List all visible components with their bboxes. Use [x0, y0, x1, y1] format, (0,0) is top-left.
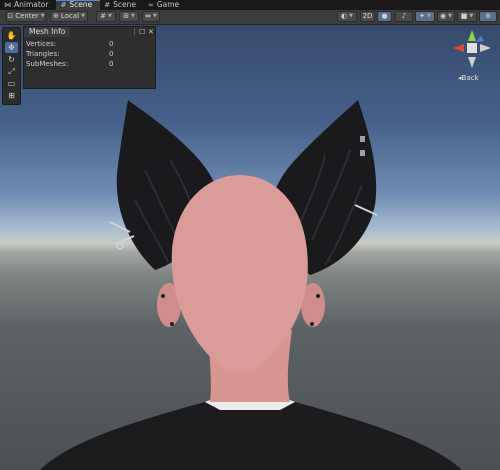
rect-tool-button[interactable]: ▭	[5, 78, 18, 89]
rotate-icon: ↻	[8, 55, 15, 64]
left-ear-ring	[116, 242, 124, 250]
tab-scene-2-label: Scene	[113, 0, 136, 9]
gizmo-x-negative-axis[interactable]	[480, 44, 491, 52]
hand-icon: ✋	[6, 31, 17, 40]
rect-icon: ▭	[7, 79, 16, 88]
tab-game-label: Game	[156, 0, 180, 9]
gizmos-button[interactable]: ⊕	[479, 11, 497, 22]
shading-icon: ◐	[341, 12, 348, 20]
chevron-down-icon: ▼	[81, 13, 85, 19]
audio-toggle[interactable]: ♪	[395, 11, 413, 22]
scene-toolbar: ⊡ Center ▼ ⊕ Local ▼ # ▼ ⊞ ▼ ⇹ ▼ ◐ ▼ 2D …	[0, 10, 500, 25]
effects-button[interactable]: ✦ ▼	[415, 11, 435, 22]
grid-snap-button[interactable]: # ▼	[96, 11, 116, 22]
move-tool-button[interactable]: ✥	[5, 42, 18, 53]
right-earring	[316, 294, 320, 298]
gizmo-y-axis[interactable]	[468, 30, 476, 41]
chevron-down-icon: ▼	[153, 13, 157, 19]
camera-settings-button[interactable]: ■ ▼	[457, 11, 477, 22]
eye-icon: ◉	[440, 12, 447, 20]
lighting-toggle[interactable]: ●	[377, 11, 392, 22]
gizmo-y-negative-axis[interactable]	[468, 57, 476, 68]
chevron-down-icon: ▼	[448, 13, 452, 19]
tab-scene[interactable]: # Scene	[56, 0, 101, 10]
audio-icon: ♪	[401, 12, 407, 20]
orientation-gizmo[interactable]	[451, 28, 493, 72]
draw-mode-button[interactable]: ◐ ▼	[337, 11, 357, 22]
rotate-tool-button[interactable]: ↻	[5, 54, 18, 65]
gizmo-x-axis[interactable]	[453, 44, 464, 52]
move-icon: ✥	[8, 43, 15, 52]
hidden-objects-button[interactable]: ◉ ▼	[437, 11, 455, 22]
incremental-snap-button[interactable]: ⇹ ▼	[142, 11, 160, 22]
maximize-icon[interactable]: ☐	[139, 27, 145, 37]
snap-increment-button[interactable]: ⊞ ▼	[119, 11, 139, 22]
right-earring-2	[310, 322, 314, 326]
vertices-value: 0	[109, 40, 114, 48]
scene-render	[40, 100, 462, 470]
chevron-down-icon: ▼	[349, 13, 353, 19]
camera-icon: ■	[460, 12, 468, 20]
chevron-down-icon: ▼	[131, 13, 135, 19]
space-label: Local	[60, 12, 80, 20]
left-earring-2	[170, 322, 174, 326]
tab-animator[interactable]: ⋈ Animator	[0, 0, 56, 10]
transform-tool-button[interactable]: ⊞	[5, 90, 18, 101]
gizmo-z-axis[interactable]	[476, 36, 484, 42]
triangles-label: Triangles:	[26, 50, 60, 58]
lightbulb-icon: ●	[381, 12, 388, 20]
snap-icon: ⊞	[123, 12, 129, 20]
scene-icon: #	[60, 1, 67, 9]
pivot-dropdown[interactable]: ⊡ Center ▼	[6, 11, 46, 22]
animator-icon: ⋈	[4, 1, 11, 9]
space-dropdown[interactable]: ⊕ Local ▼	[50, 11, 88, 22]
more-options-icon[interactable]: ⋮	[131, 27, 138, 37]
vertices-label: Vertices:	[26, 40, 57, 48]
tool-palette: ✋ ✥ ↻ ⤢ ▭ ⊞	[2, 27, 21, 105]
close-icon[interactable]: ✕	[148, 27, 154, 37]
triangles-value: 0	[109, 50, 114, 58]
mesh-row-triangles: Triangles: 0	[26, 49, 151, 59]
globe-icon: ⊕	[53, 12, 59, 20]
right-ear-stud-2	[360, 150, 365, 156]
chevron-down-icon: ▼	[427, 13, 431, 19]
mesh-row-submeshes: SubMeshes: 0	[26, 59, 151, 69]
submeshes-label: SubMeshes:	[26, 60, 69, 68]
gizmo-icon: ⊕	[485, 12, 491, 20]
chevron-down-icon: ▼	[108, 13, 112, 19]
tab-animator-label: Animator	[14, 0, 49, 9]
view-back-label[interactable]: ◂Back	[458, 74, 479, 82]
mode-2d-label: 2D	[362, 12, 373, 20]
chevron-down-icon: ▼	[469, 13, 474, 19]
tab-game[interactable]: ∞ Game	[144, 0, 187, 10]
right-ear-stud-1	[360, 136, 365, 142]
mesh-info-title: Mesh Info	[24, 27, 71, 37]
submeshes-value: 0	[109, 60, 114, 68]
tab-scene-label: Scene	[69, 0, 93, 9]
jacket	[40, 402, 462, 470]
gizmo-center[interactable]	[467, 43, 477, 53]
mesh-row-vertices: Vertices: 0	[26, 39, 151, 49]
scene-viewport[interactable]	[0, 25, 500, 470]
grid-icon: #	[100, 12, 106, 20]
scene-icon: #	[104, 1, 111, 9]
ruler-icon: ⇹	[145, 12, 151, 20]
pivot-icon: ⊡	[7, 12, 14, 20]
scale-tool-button[interactable]: ⤢	[5, 66, 18, 77]
chevron-down-icon: ▼	[40, 13, 45, 19]
tab-bar: ⋈ Animator # Scene # Scene ∞ Game	[0, 0, 500, 10]
game-icon: ∞	[147, 1, 154, 9]
left-earring	[161, 294, 165, 298]
pivot-label: Center	[15, 12, 39, 20]
scale-icon: ⤢	[8, 66, 15, 76]
mode-2d-toggle[interactable]: 2D	[360, 11, 375, 22]
transform-icon: ⊞	[8, 91, 15, 100]
hand-tool-button[interactable]: ✋	[5, 30, 18, 41]
mesh-info-panel: Mesh Info ⋮ ☐ ✕ Vertices: 0 Triangles: 0…	[23, 26, 156, 89]
tab-scene-2[interactable]: # Scene	[100, 0, 144, 10]
effects-icon: ✦	[419, 12, 425, 20]
